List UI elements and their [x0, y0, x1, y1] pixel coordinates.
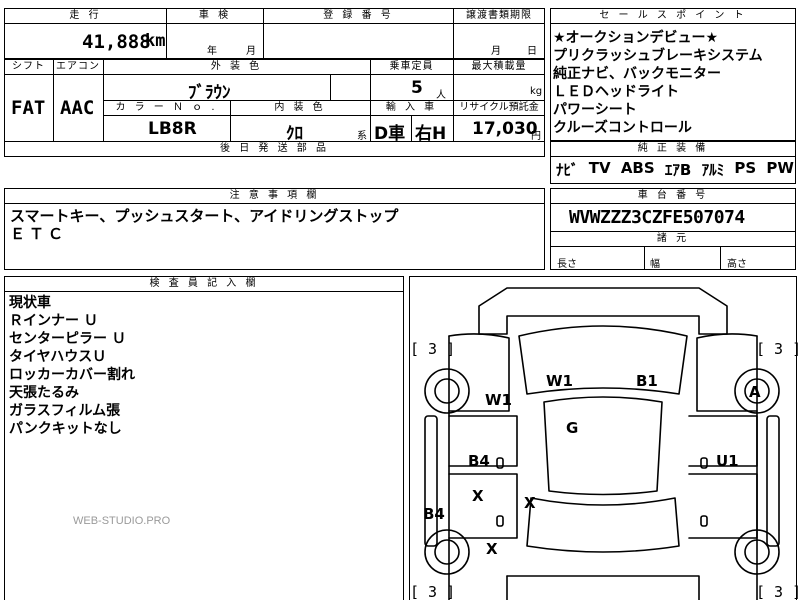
inspector-lines: 現状車 Ｒインナー Ｕ センターピラー Ｕ タイヤハウスＵ ロッカーカバー割れ …	[9, 294, 135, 438]
selling-point-item: 純正ナビ、バックモニター	[553, 66, 721, 82]
inspector-line: タイヤハウスＵ	[9, 349, 107, 365]
chassis-label: 車 台 番 号	[637, 190, 709, 201]
interior-color-suffix: 系	[357, 131, 367, 142]
exterior-color-value: ﾌﾞﾗｳﾝ	[188, 83, 231, 103]
color-no-label: カ ラ ー Ｎ ｏ .	[115, 102, 218, 113]
import-value-2: 右H	[415, 124, 447, 144]
inspector-line: 天張たるみ	[9, 385, 79, 401]
notes-text: スマートキー、プッシュスタート、アイドリングストップ ＥＴＣ	[10, 207, 398, 243]
capacity-value: 5	[411, 78, 423, 98]
inspector-line: パンクキットなし	[9, 421, 122, 437]
damage-mark: B4	[423, 505, 445, 523]
front-bumper-outline	[478, 287, 728, 335]
tire-tread-rear-right: [ 3 ]	[756, 583, 800, 600]
aircon-value: AAC	[60, 97, 95, 119]
width-label: 幅	[650, 259, 660, 270]
inspector-line: Ｒインナー Ｕ	[9, 313, 98, 329]
right-rear-door	[688, 473, 758, 539]
inspection-year-unit: 年	[207, 46, 217, 57]
mileage-unit: km	[145, 31, 166, 51]
later-parts-label: 後 日 発 送 部 品	[220, 143, 329, 154]
equipment-item: ｱﾙﾐ	[701, 161, 725, 179]
tire-tread-front-right: [ 3 ]	[756, 340, 800, 358]
inspection-month-unit: 月	[246, 46, 256, 57]
aircon-label: エアコン	[56, 61, 100, 72]
watermark: WEB-STUDIO.PRO	[73, 515, 171, 527]
inspector-line: 現状車	[9, 295, 51, 311]
import-value-1: D車	[374, 124, 406, 144]
left-rear-door	[448, 473, 518, 539]
mirror-left	[424, 415, 438, 547]
height-label: 高さ	[727, 259, 747, 270]
length-label: 長さ	[557, 259, 577, 270]
inspector-line: センターピラー Ｕ	[9, 331, 126, 347]
inspection-label: 車 検	[198, 10, 232, 21]
mirror-right	[766, 415, 780, 547]
transfer-month-unit: 月	[491, 46, 501, 57]
dims-label: 諸 元	[656, 233, 690, 244]
selling-point-item: クルーズコントロール	[553, 120, 692, 136]
inspector-label: 検 査 員 記 入 欄	[149, 278, 259, 289]
interior-color-value: ｸﾛ	[286, 124, 303, 144]
rear-window-outline	[526, 497, 680, 553]
import-label: 輸 入 車	[385, 102, 438, 113]
recycle-unit: 円	[531, 131, 541, 142]
damage-mark: U1	[716, 452, 739, 470]
shift-label: シフト	[12, 61, 45, 72]
notes-line: ＥＴＣ	[10, 225, 68, 243]
equipment-list: ﾅﾋﾞ TV ABS ｴｱB ｱﾙﾐ PS PW	[556, 159, 794, 180]
mileage-label: 走 行	[69, 10, 102, 21]
rear-bumper-outline	[506, 575, 700, 600]
notes-line: スマートキー、プッシュスタート、アイドリングストップ	[10, 207, 399, 225]
reg-number-label: 登 録 番 号	[323, 10, 394, 21]
damage-mark: X	[524, 494, 536, 512]
recycle-label: リサイクル預託金	[459, 102, 539, 113]
selling-point-item: パワーシート	[553, 102, 637, 118]
transfer-day-unit: 日	[527, 46, 537, 57]
equipment-item: PW	[766, 159, 794, 177]
interior-color-label: 内 装 色	[274, 102, 326, 113]
damage-mark: B4	[468, 452, 490, 470]
tire-tread-rear-left: [ 3 ]	[410, 583, 456, 600]
capacity-unit: 人	[436, 90, 446, 101]
equipment-item: PS	[734, 159, 757, 177]
equipment-item: ﾅﾋﾞ	[556, 161, 579, 179]
windshield-outline	[518, 325, 688, 395]
damage-mark: X	[472, 487, 484, 505]
recycle-value: 17,030	[472, 119, 538, 139]
equipment-label: 純 正 装 備	[637, 143, 709, 154]
selling-points-label: セ ー ル ス ポ イ ン ト	[599, 10, 747, 21]
mileage-value: 41,888	[82, 31, 151, 53]
selling-point-item: プリクラッシュブレーキシステム	[553, 48, 763, 64]
damage-mark: W1	[485, 391, 512, 409]
inspector-line: ロッカーカバー割れ	[9, 367, 135, 383]
equipment-item: TV	[588, 159, 611, 177]
transfer-deadline-label: 譲渡書類期限	[466, 10, 532, 21]
damage-mark: B1	[636, 372, 658, 390]
car-diagram	[424, 287, 780, 600]
chassis-number: WVWZZZ3CZFE507074	[569, 207, 745, 228]
selling-point-item: ＬＥＤヘッドライト	[553, 84, 679, 100]
capacity-label: 乗車定員	[389, 61, 434, 72]
inspector-line: ガラスフィルム張	[9, 403, 121, 419]
tire-tread-front-left: [ 3 ]	[410, 340, 456, 358]
equipment-item: ｴｱB	[664, 161, 692, 179]
max-load-unit: kg	[530, 86, 543, 97]
wheel-rear-left	[424, 529, 470, 575]
damage-mark: W1	[546, 372, 573, 390]
shift-value: FAT	[11, 97, 46, 119]
selling-points-list: ★オークションデビュー★ プリクラッシュブレーキシステム 純正ナビ、バックモニタ…	[553, 29, 795, 137]
color-no-value: LB8R	[148, 119, 197, 139]
max-load-label: 最大積載量	[471, 61, 527, 72]
damage-mark: X	[486, 540, 498, 558]
selling-point-item: ★オークションデビュー★	[553, 30, 719, 46]
wheel-front-left	[424, 368, 470, 414]
notes-label: 注 意 事 項 欄	[229, 190, 320, 201]
damage-mark: G	[566, 419, 579, 437]
equipment-item: ABS	[620, 159, 655, 177]
exterior-color-label: 外 装 色	[210, 61, 263, 72]
damage-mark: A	[749, 383, 761, 401]
roof-outline	[543, 396, 663, 496]
